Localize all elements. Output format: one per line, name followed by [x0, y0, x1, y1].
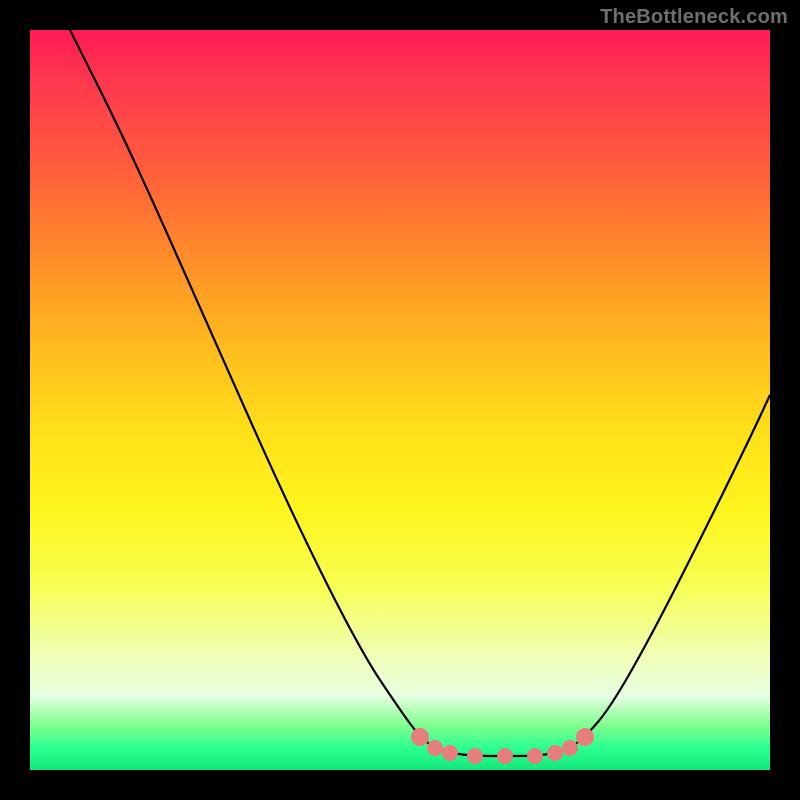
- source-watermark: TheBottleneck.com: [600, 6, 788, 29]
- valley-markers: [411, 728, 594, 764]
- valley-marker: [527, 748, 543, 764]
- valley-marker: [411, 728, 429, 746]
- valley-marker: [467, 748, 483, 764]
- valley-marker: [547, 745, 563, 761]
- valley-marker: [497, 748, 513, 764]
- bottleneck-curve: [70, 30, 770, 756]
- valley-marker: [576, 728, 594, 746]
- valley-marker: [427, 740, 443, 756]
- valley-marker: [562, 740, 578, 756]
- chart-plot-area: [30, 30, 770, 770]
- chart-svg: [30, 30, 770, 770]
- valley-marker: [442, 745, 458, 761]
